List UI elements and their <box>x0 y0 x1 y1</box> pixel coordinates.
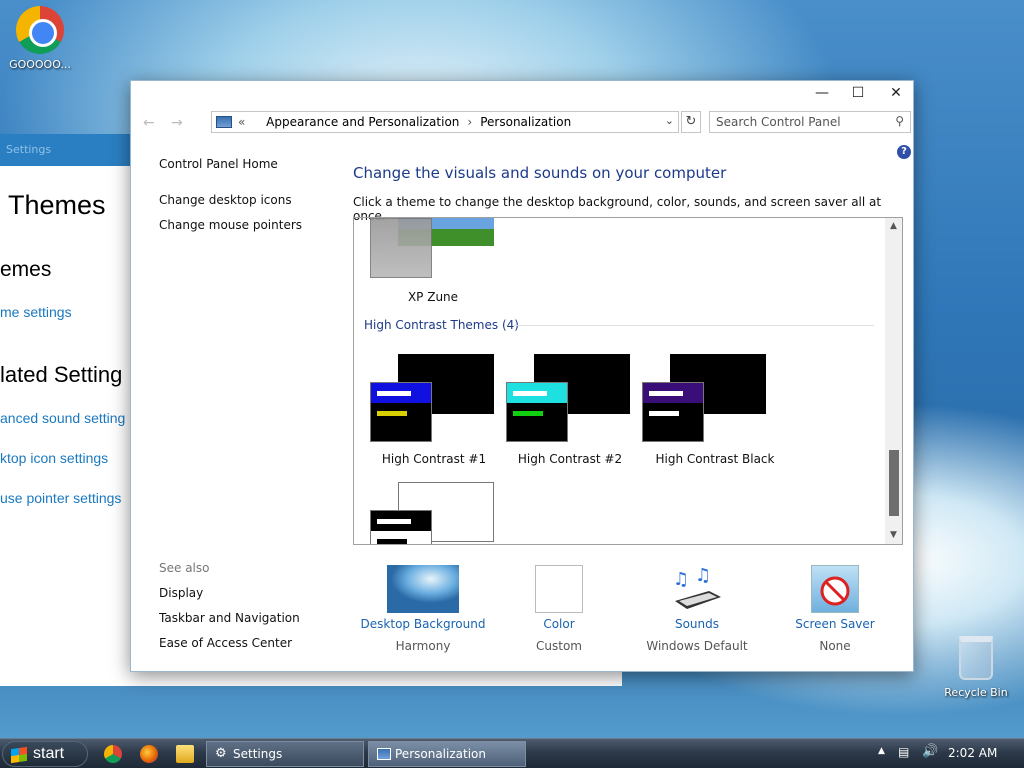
taskbar-settings-label: Settings <box>233 747 283 761</box>
related-settings-heading: lated Setting <box>0 362 123 387</box>
close-button[interactable]: ✕ <box>877 81 915 105</box>
personalization-window[interactable]: — ☐ ✕ ← → « › Appearance and Personaliza… <box>130 80 914 672</box>
chrome-icon <box>16 6 64 54</box>
breadcrumb-personalization[interactable]: Personalization <box>480 115 571 129</box>
breadcrumb-appearance[interactable]: Appearance and Personalization <box>266 115 459 129</box>
chrome-icon-label: GOOOOO... <box>9 58 71 71</box>
desktop-background-item[interactable]: Desktop Background Harmony <box>353 565 493 653</box>
desktop-icon-settings-link[interactable]: ktop icon settings <box>0 450 108 466</box>
color-item[interactable]: Color Custom <box>489 565 629 653</box>
maximize-button[interactable]: ☐ <box>839 81 877 105</box>
minimize-button[interactable]: — <box>803 81 841 105</box>
gear-icon: ⚙ <box>215 746 227 761</box>
chevron-down-icon[interactable]: ⌄ <box>665 114 674 127</box>
chrome-taskbar-icon[interactable] <box>104 745 122 763</box>
theme-list[interactable]: XP Zune High Contrast Themes (4) High Co… <box>353 217 903 545</box>
system-tray: ▲ ▤ 🔊 2:02 AM <box>874 739 1024 768</box>
hc-white-window-thumb <box>370 510 432 544</box>
theme-list-scrollbar[interactable]: ▲ ▼ <box>885 218 902 544</box>
theme-label: High Contrast #2 <box>517 452 623 466</box>
screen-saver-icon <box>811 565 859 613</box>
settings-themes-heading: Themes <box>8 190 106 220</box>
firefox-taskbar-icon[interactable] <box>140 745 158 763</box>
taskbar-settings[interactable]: ⚙ Settings <box>206 741 364 767</box>
clock[interactable]: 2:02 AM <box>948 746 997 760</box>
hc2-window-thumb <box>506 382 568 442</box>
svg-text:♫: ♫ <box>695 565 711 586</box>
sounds-icon: ♫ ♫ <box>669 565 725 613</box>
control-panel-home-link[interactable]: Control Panel Home <box>159 157 278 171</box>
ease-of-access-link[interactable]: Ease of Access Center <box>159 636 292 650</box>
group-divider <box>514 325 874 326</box>
change-desktop-icons-link[interactable]: Change desktop icons <box>159 193 292 207</box>
help-icon[interactable]: ? <box>897 145 911 159</box>
xp-zune-window-thumb <box>370 218 432 278</box>
theme-xp-zune[interactable]: XP Zune <box>368 218 508 310</box>
theme-label: High Contrast Black <box>655 452 775 466</box>
file-explorer-taskbar-icon[interactable] <box>176 745 194 763</box>
settings-top-label: Settings <box>6 143 52 156</box>
chrome-desktop-icon[interactable]: GOOOOO... <box>4 6 76 71</box>
page-title: Change the visuals and sounds on your co… <box>353 164 727 182</box>
recycle-bin-label: Recycle Bin <box>944 686 1008 699</box>
scroll-down-icon[interactable]: ▼ <box>885 527 902 544</box>
theme-high-contrast-1[interactable]: High Contrast #1 <box>368 354 508 474</box>
search-icon[interactable]: ⚲ <box>895 114 904 128</box>
breadcrumb-prefix[interactable]: « <box>238 115 245 129</box>
display-link[interactable]: Display <box>159 586 203 600</box>
control-panel-icon <box>377 748 391 760</box>
sounds-link[interactable]: Sounds <box>627 617 767 631</box>
recycle-bin-desktop-icon[interactable]: Recycle Bin <box>938 636 1014 699</box>
title-bar: — ☐ ✕ ← → « › Appearance and Personaliza… <box>131 81 913 141</box>
search-placeholder: Search Control Panel <box>716 115 841 129</box>
windows-logo-icon <box>11 746 27 764</box>
theme-high-contrast-2[interactable]: High Contrast #2 <box>504 354 644 474</box>
mouse-pointer-settings-link[interactable]: use pointer settings <box>0 490 121 506</box>
theme-settings-link[interactable]: me settings <box>0 304 72 320</box>
control-panel-icon <box>216 116 232 128</box>
screen-saver-item[interactable]: Screen Saver None <box>765 565 905 653</box>
breadcrumb-chevron-icon: › <box>467 115 473 129</box>
search-input[interactable]: Search Control Panel ⚲ <box>709 111 911 133</box>
settings-themes-subheading: emes <box>0 258 52 281</box>
group-title: High Contrast Themes (4) <box>364 318 519 332</box>
taskbar-personalization[interactable]: Personalization <box>368 741 526 767</box>
desktop-background-link[interactable]: Desktop Background <box>353 617 493 631</box>
theme-high-contrast-white[interactable] <box>368 482 508 544</box>
address-bar[interactable]: « › Appearance and Personalization › Per… <box>211 111 679 133</box>
forward-arrow-icon[interactable]: → <box>171 115 183 131</box>
start-button[interactable]: start <box>2 741 88 767</box>
scroll-up-icon[interactable]: ▲ <box>885 218 902 235</box>
hc1-window-thumb <box>370 382 432 442</box>
desktop-background-thumb <box>387 565 459 613</box>
svg-text:♫: ♫ <box>673 569 689 590</box>
scroll-thumb[interactable] <box>889 450 899 516</box>
theme-high-contrast-black[interactable]: High Contrast Black <box>640 354 780 474</box>
hc-black-window-thumb <box>642 382 704 442</box>
theme-label: XP Zune <box>407 290 459 304</box>
back-arrow-icon[interactable]: ← <box>143 115 155 131</box>
sounds-item[interactable]: ♫ ♫ Sounds Windows Default <box>627 565 767 653</box>
taskbar-navigation-link[interactable]: Taskbar and Navigation <box>159 611 300 625</box>
recycle-bin-icon <box>959 636 993 680</box>
desktop-background-value: Harmony <box>395 639 451 653</box>
taskbar-personalization-label: Personalization <box>395 747 486 761</box>
see-also-label: See also <box>159 561 210 575</box>
theme-label: High Contrast #1 <box>381 452 487 466</box>
taskbar: start ⚙ Settings Personalization ▲ ▤ 🔊 2… <box>0 738 1024 768</box>
refresh-button[interactable]: ↻ <box>681 111 701 133</box>
volume-icon[interactable]: 🔊 <box>922 744 938 759</box>
screen-saver-link[interactable]: Screen Saver <box>765 617 905 631</box>
advanced-sound-settings-link[interactable]: anced sound setting <box>0 410 125 426</box>
color-thumb <box>535 565 583 613</box>
sounds-value: Windows Default <box>646 639 748 653</box>
color-value: Custom <box>536 639 582 653</box>
show-hidden-icons[interactable]: ▲ <box>878 746 885 756</box>
change-mouse-pointers-link[interactable]: Change mouse pointers <box>159 218 302 232</box>
network-icon[interactable]: ▤ <box>898 745 909 759</box>
start-label: start <box>33 745 65 762</box>
screen-saver-value: None <box>819 639 851 653</box>
color-link[interactable]: Color <box>489 617 629 631</box>
